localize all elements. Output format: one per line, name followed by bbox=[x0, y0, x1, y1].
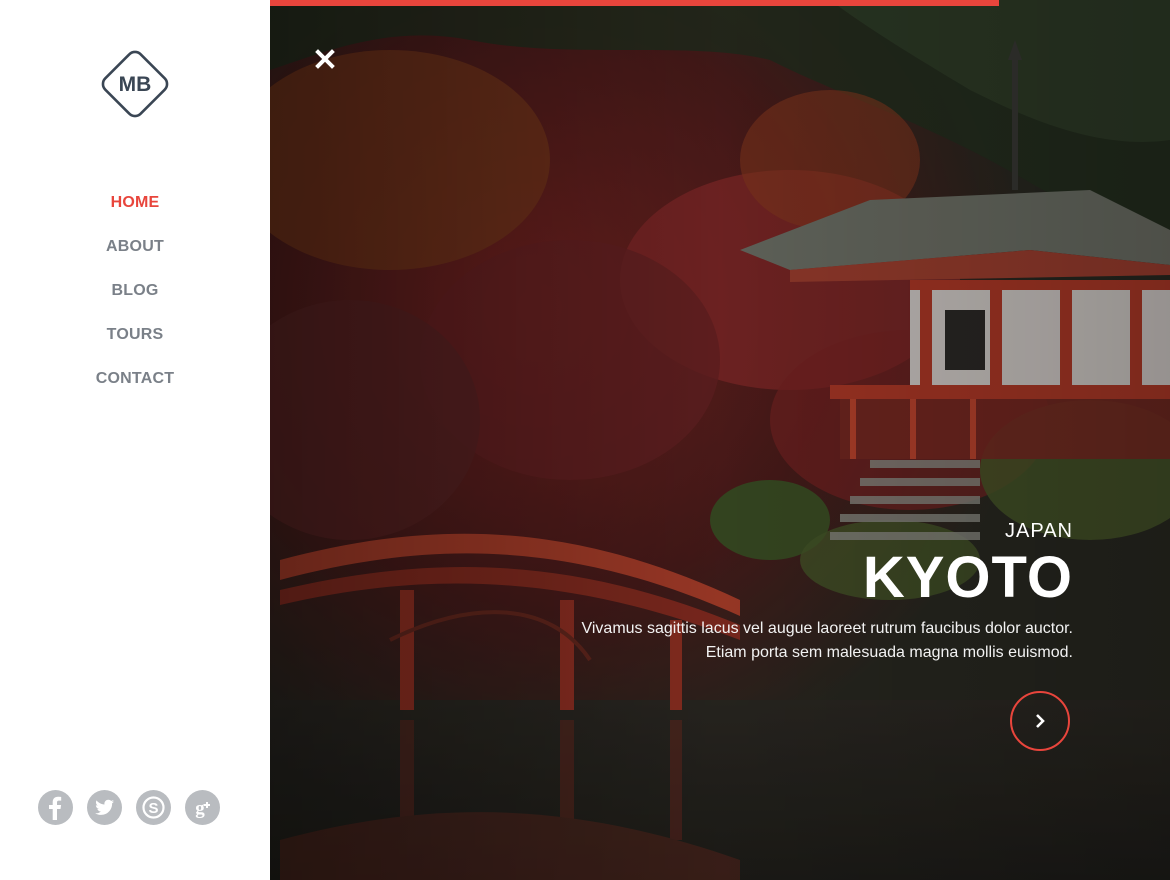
hero-slide: JAPAN KYOTO Vivamus sagittis lacus vel a… bbox=[270, 0, 1170, 880]
logo-text: MB bbox=[119, 73, 152, 96]
slide-description-line2: Etiam porta sem malesuada magna mollis e… bbox=[705, 644, 1073, 661]
facebook-icon[interactable] bbox=[38, 790, 73, 825]
nav-item-home[interactable]: HOME bbox=[0, 190, 270, 234]
slide-country: JAPAN bbox=[1005, 520, 1073, 542]
logo[interactable]: MB bbox=[97, 46, 173, 122]
social-links: S g bbox=[38, 790, 220, 825]
slide-city-title: KYOTO bbox=[862, 545, 1073, 610]
nav-item-contact[interactable]: CONTACT bbox=[0, 366, 270, 410]
svg-text:g: g bbox=[195, 798, 205, 819]
slide-caption: JAPAN KYOTO Vivamus sagittis lacus vel a… bbox=[581, 520, 1073, 665]
svg-text:S: S bbox=[148, 800, 158, 817]
nav-item-tours[interactable]: TOURS bbox=[0, 322, 270, 366]
close-icon[interactable] bbox=[314, 48, 336, 70]
next-slide-button[interactable] bbox=[1010, 691, 1070, 751]
nav-item-blog[interactable]: BLOG bbox=[0, 278, 270, 322]
twitter-icon[interactable] bbox=[87, 790, 122, 825]
nav-item-about[interactable]: ABOUT bbox=[0, 234, 270, 278]
slide-description-line1: Vivamus sagittis lacus vel augue laoreet… bbox=[581, 620, 1073, 637]
skype-icon[interactable]: S bbox=[136, 790, 171, 825]
slide-description: Vivamus sagittis lacus vel augue laoreet… bbox=[581, 617, 1073, 665]
sidebar: MB HOME ABOUT BLOG TOURS CONTACT S g bbox=[0, 0, 270, 880]
google-plus-icon[interactable]: g bbox=[185, 790, 220, 825]
chevron-right-icon bbox=[1036, 714, 1045, 728]
slide-progress-bar bbox=[270, 0, 999, 6]
logo-diamond-icon: MB bbox=[101, 50, 169, 118]
main-nav: HOME ABOUT BLOG TOURS CONTACT bbox=[0, 190, 270, 410]
